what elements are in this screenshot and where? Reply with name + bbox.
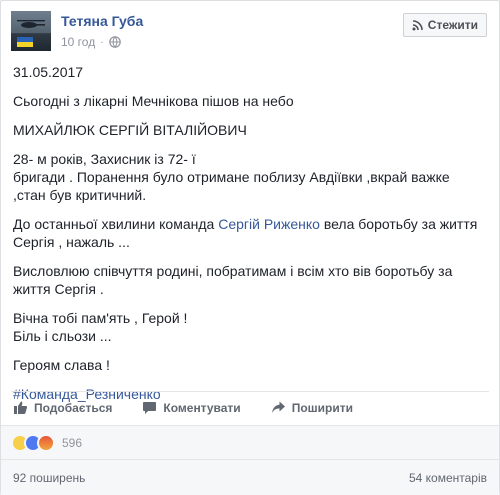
post-header: Тетяна Губа 10 год · Стежити [11,11,489,55]
post-line: 28- м років, Захисник із 72- ї [13,151,196,167]
post-paragraph: До останньої хвилини команда Сергій Риже… [13,215,487,251]
post-line: Сергія , нажаль ... [13,234,130,250]
post-meta: 10 год · [61,35,121,49]
action-bar: Подобається Коментувати Поширити [11,391,489,423]
post-line: життя Сергія . [13,281,104,297]
post-line: бригади . Поранення було отримане поблиз… [13,169,450,185]
share-label: Поширити [291,400,353,415]
like-label: Подобається [34,400,113,415]
flag-yellow [17,42,33,47]
post-paragraph: Вічна тобі пам'ять , Герой ! Біль і сльо… [13,309,487,345]
author-name[interactable]: Тетяна Губа [61,13,143,29]
post-time[interactable]: 10 год [61,35,95,49]
comments-count[interactable]: 54 коментарів [409,471,487,485]
comment-icon [143,402,157,414]
post-line: Героям слава ! [13,357,110,373]
post-card: Тетяна Губа 10 год · Стежити 31.05.2017 … [0,0,500,495]
shares-count[interactable]: 92 поширень [13,471,85,485]
like-button[interactable]: Подобається [13,400,112,415]
thumbs-up-icon [14,401,28,414]
post-date: 31.05.2017 [13,64,84,80]
comment-button[interactable]: Коментувати [142,400,241,415]
globe-icon[interactable] [108,36,121,48]
post-text: До останньої хвилини команда [13,216,219,232]
helicopter-graphic [17,20,45,28]
post-body: 31.05.2017 Сьогодні з лікарні Мечнікова … [13,63,487,414]
angry-reaction-icon[interactable] [37,433,55,452]
post-line: МИХАЙЛЮК СЕРГІЙ ВІТАЛІЙОВИЧ [13,122,247,138]
post-line: Висловлюю співчуття родині, побратимам і… [13,263,453,279]
rss-icon [412,19,423,30]
reactions-bar: 596 [1,425,499,459]
post-line: Вічна тобі пам'ять , Герой ! [13,310,188,326]
avatar[interactable] [11,11,51,51]
post-line: ,стан був критичний. [13,187,147,203]
mention-link[interactable]: Сергій Риженко [218,216,320,232]
post-line: Біль і сльози ... [13,328,112,344]
post-paragraph: 28- м років, Захисник із 72- ї бригади .… [13,150,487,204]
post-text: вела боротьбу за життя [319,216,478,232]
share-button[interactable]: Поширити [271,400,353,415]
follow-label: Стежити [427,18,478,32]
post-paragraph: Висловлюю співчуття родині, побратимам і… [13,262,487,298]
reaction-count[interactable]: 596 [62,436,82,450]
meta-separator: · [100,36,104,48]
post-line: До останньої хвилини команда Сергій Риже… [13,215,487,233]
comment-label: Коментувати [163,400,241,415]
post-footer: 92 поширень 54 коментарів [1,459,499,495]
post-line: Сьогодні з лікарні Мечнікова пішов на не… [13,93,294,109]
follow-button[interactable]: Стежити [402,13,487,37]
share-arrow-icon [271,401,285,413]
